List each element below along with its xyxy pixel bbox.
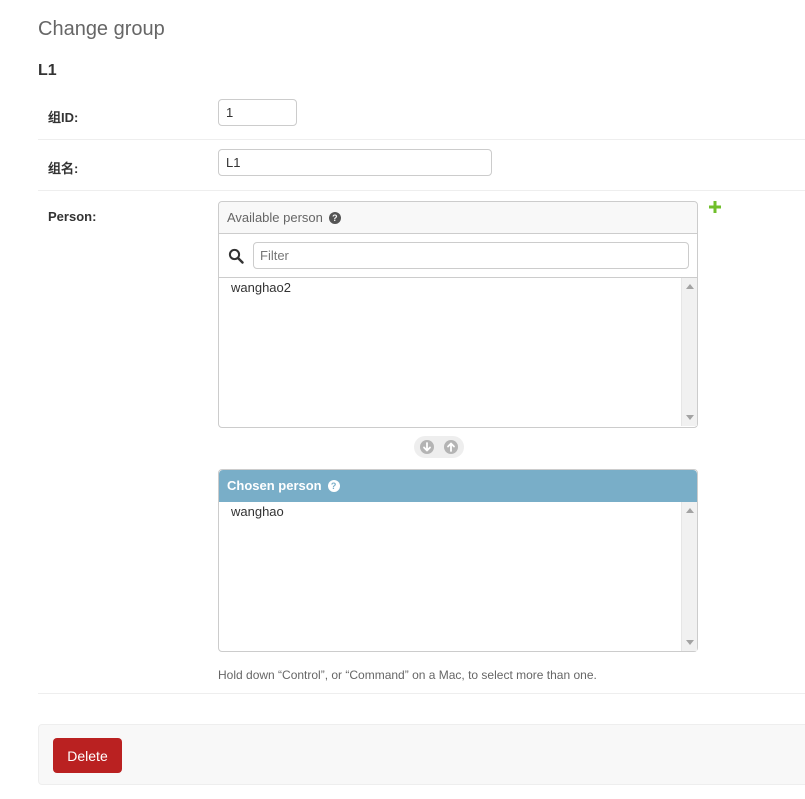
group-id-label: 组ID: (48, 110, 79, 125)
question-circle-icon[interactable]: ? (328, 211, 341, 224)
page-title: Change group (38, 18, 165, 40)
filter-input[interactable] (253, 242, 689, 269)
available-person-header: Available person ? (219, 202, 697, 234)
available-person-list[interactable]: wanghao2 (219, 278, 697, 426)
available-person-box: Available person ? wanghao2 (218, 201, 698, 428)
object-name: L1 (38, 62, 57, 79)
list-item[interactable]: wanghao (231, 504, 284, 519)
filter-bar (219, 234, 697, 278)
submit-row: Delete (38, 724, 805, 785)
arrow-up-circle-icon[interactable] (443, 439, 459, 455)
arrow-down-circle-icon[interactable] (419, 439, 435, 455)
chosen-person-header: Chosen person ? (219, 470, 697, 502)
form-row-group-id: 组ID: (38, 90, 805, 140)
form-row-group-name: 组名: (38, 140, 805, 191)
group-name-input[interactable] (218, 149, 492, 176)
scroll-up-arrow-icon[interactable] (686, 284, 694, 289)
selector-chooser (414, 436, 464, 458)
person-label: Person: (48, 209, 97, 224)
scroll-down-arrow-icon[interactable] (686, 640, 694, 645)
question-circle-icon[interactable]: ? (327, 479, 340, 492)
scroll-up-arrow-icon[interactable] (686, 508, 694, 513)
selector-help-text: Hold down “Control”, or “Command” on a M… (218, 668, 597, 682)
scrollbar[interactable] (681, 278, 697, 426)
chosen-person-title: Chosen person (227, 478, 322, 493)
add-related-plus-icon[interactable] (708, 200, 722, 214)
chosen-person-list[interactable]: wanghao (219, 502, 697, 651)
form-row-person: Person: Available person ? wanghao2 (38, 191, 805, 694)
search-icon (228, 248, 244, 264)
scrollbar[interactable] (681, 502, 697, 651)
delete-button[interactable]: Delete (53, 738, 122, 773)
group-name-label: 组名: (48, 161, 79, 176)
available-person-title: Available person (227, 210, 323, 225)
scroll-down-arrow-icon[interactable] (686, 415, 694, 420)
group-id-input[interactable] (218, 99, 297, 126)
chosen-person-box: Chosen person ? wanghao (218, 469, 698, 652)
list-item[interactable]: wanghao2 (231, 280, 291, 295)
